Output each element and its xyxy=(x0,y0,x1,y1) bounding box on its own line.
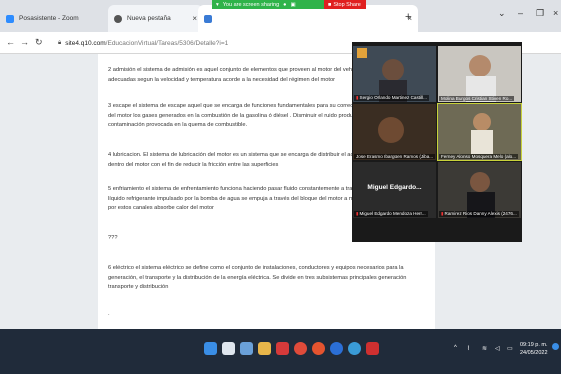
participant-tile[interactable]: Jose Erasmo Ibargüen Ramos (Jiba... xyxy=(353,104,436,160)
chevron-up-icon[interactable]: ^ xyxy=(454,345,457,351)
video-icon[interactable]: ▣ xyxy=(290,2,295,8)
windows-taskbar: ^ ⌇ ≋ ◁ ▭ 09:19 p. m. 24/05/2022 xyxy=(0,329,561,374)
desktop: Posasistente - Zoom × Nueva pestaña × × … xyxy=(0,0,561,374)
zoom-taskbar-icon[interactable] xyxy=(330,342,343,355)
firefox-icon[interactable] xyxy=(312,342,325,355)
lock-icon: 🔒︎ xyxy=(58,39,62,46)
edge-icon[interactable] xyxy=(348,342,361,355)
url-path: /EducacionVirtual/Tareas/5306/Detalle?i=… xyxy=(105,39,229,47)
participant-name: Ramirez Rios Danny Alexis (2476... xyxy=(444,211,517,216)
tab-zoom[interactable]: Posasistente - Zoom × xyxy=(0,5,120,32)
participant-name: Sergio Orlando Martinez Castill... xyxy=(359,95,427,100)
mail-icon[interactable] xyxy=(276,342,289,355)
wifi-icon[interactable]: ≋ xyxy=(482,345,487,352)
participant-name: Miguel Edgardo Mendoza Herr... xyxy=(359,211,426,216)
mic-icon[interactable]: ● xyxy=(283,2,286,8)
site-icon xyxy=(204,14,212,23)
video-feed xyxy=(353,104,436,160)
share-status: ▾ You are screen sharing ● ▣ xyxy=(212,0,324,9)
clock-time: 09:19 p. m. xyxy=(520,342,548,348)
chrome-icon xyxy=(114,14,122,23)
stop-share-label: Stop Share xyxy=(333,1,361,8)
notification-icon[interactable] xyxy=(552,343,559,350)
participant-tile[interactable]: Ferney Alonso Mosquera Melo (alo... xyxy=(437,103,522,161)
forward-arrow-icon[interactable]: → xyxy=(20,37,29,47)
volume-icon[interactable]: ◁ xyxy=(495,345,500,352)
mic-muted-icon: ▮ xyxy=(441,211,444,216)
stop-share-button[interactable]: ■ Stop Share xyxy=(324,0,366,9)
video-feed xyxy=(353,46,436,102)
participant-tile[interactable]: ▮Ramirez Rios Danny Alexis (2476... xyxy=(438,162,521,218)
zoom-share-bar: ▾ You are screen sharing ● ▣ ■ Stop Shar… xyxy=(212,0,366,9)
zoom-gallery-view[interactable]: ▮Sergio Orlando Martinez Castill... Moli… xyxy=(352,42,522,242)
paragraph-dot: . xyxy=(108,311,110,317)
minimize-button[interactable]: – xyxy=(518,8,523,18)
participant-name: Molina Burgos Cristian Stiven Ro... xyxy=(441,96,513,101)
mic-muted-icon: ▮ xyxy=(356,95,359,100)
participant-name: Jose Erasmo Ibargüen Ramos (Jiba... xyxy=(356,154,434,159)
participant-tile[interactable]: Miguel Edgardo... ▮Miguel Edgardo Mendoz… xyxy=(353,162,436,218)
back-arrow-icon[interactable]: ← xyxy=(6,37,15,47)
start-icon[interactable] xyxy=(204,342,217,355)
task-view-icon[interactable] xyxy=(240,342,253,355)
video-feed xyxy=(438,104,521,160)
participant-tile[interactable]: Molina Burgos Cristian Stiven Ro... xyxy=(438,46,521,102)
search-icon[interactable] xyxy=(222,342,235,355)
chrome-taskbar-icon[interactable] xyxy=(294,342,307,355)
tab-new[interactable]: Nueva pestaña × xyxy=(108,5,203,32)
pdf-icon[interactable] xyxy=(366,342,379,355)
participant-name: Ferney Alonso Mosquera Melo (alo... xyxy=(441,154,517,159)
participant-display-name: Miguel Edgardo... xyxy=(367,184,422,191)
network-icon[interactable]: ⌇ xyxy=(467,345,470,352)
tab-label: Nueva pestaña xyxy=(127,15,171,22)
close-window-button[interactable]: × xyxy=(553,8,558,18)
zoom-icon xyxy=(6,14,14,23)
pin-icon: ▾ xyxy=(216,1,219,8)
reload-icon[interactable]: ↻ xyxy=(35,37,43,48)
video-feed xyxy=(438,46,521,102)
participant-tile[interactable]: ▮Sergio Orlando Martinez Castill... xyxy=(353,46,436,102)
tab-label: Posasistente - Zoom xyxy=(19,15,79,22)
browser-tab-strip: Posasistente - Zoom × Nueva pestaña × × … xyxy=(0,0,561,32)
chevron-down-icon[interactable]: ⌄ xyxy=(498,8,506,19)
clock-date: 24/05/2022 xyxy=(520,350,548,356)
file-explorer-icon[interactable] xyxy=(258,342,271,355)
maximize-button[interactable]: ❐ xyxy=(536,8,544,19)
mic-muted-icon: ▮ xyxy=(356,211,359,216)
share-status-label: You are screen sharing xyxy=(222,1,280,8)
url-host: site4.q10.com xyxy=(65,39,106,47)
new-tab-button[interactable]: + xyxy=(405,11,411,23)
tab-active[interactable]: × xyxy=(198,5,418,32)
paragraph-electrico: 6 eléctrico el sistema eléctrico se defi… xyxy=(108,265,407,290)
stop-icon: ■ xyxy=(328,1,332,8)
battery-icon[interactable]: ▭ xyxy=(507,345,513,352)
system-clock[interactable]: 09:19 p. m. 24/05/2022 xyxy=(520,341,548,357)
close-icon[interactable]: × xyxy=(192,14,197,23)
video-feed xyxy=(438,162,521,218)
